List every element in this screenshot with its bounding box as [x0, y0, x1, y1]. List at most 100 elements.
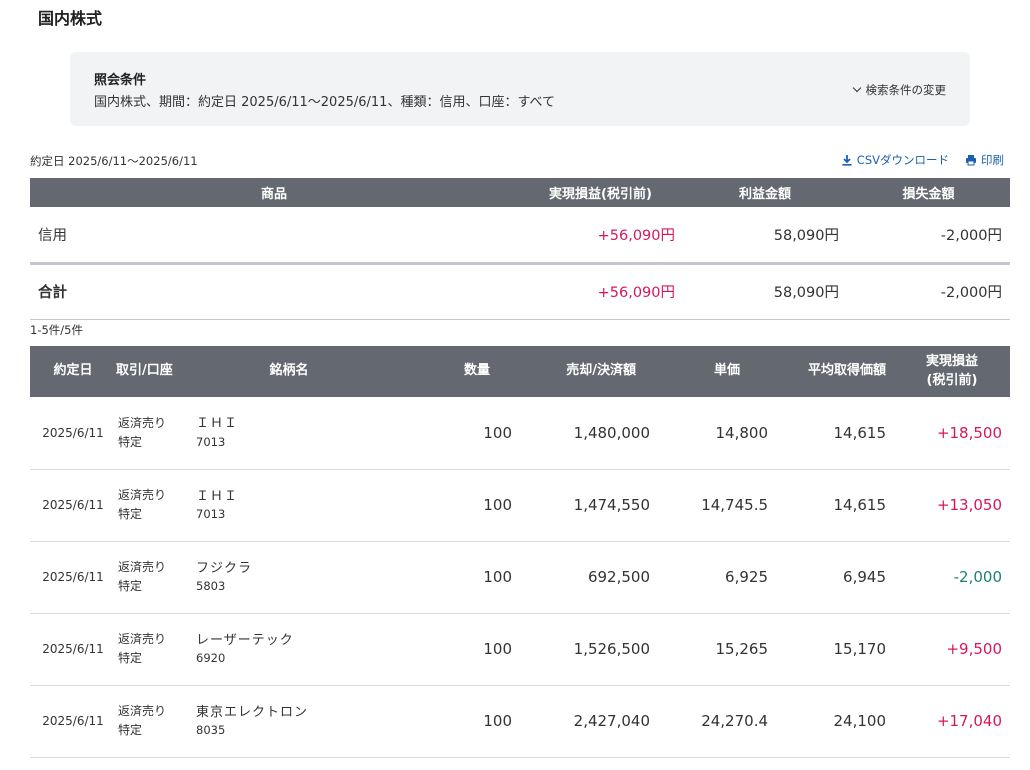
row-stock-code: 5803: [196, 579, 226, 594]
summary-realized: +56,090円: [518, 207, 683, 265]
table-row: 2025/6/11 返済売り 特定 フジクラ 5803 100 692,500 6,…: [30, 541, 1010, 614]
row-unit-price: 14,800: [658, 397, 776, 470]
summary-row-credit: 信用 +56,090円 58,090円 -2,000円: [30, 207, 1010, 265]
row-stock-name: 東京エレクトロン: [196, 704, 309, 720]
download-icon: [842, 155, 852, 166]
row-amount: 1,526,500: [520, 613, 658, 686]
row-amount: 1,480,000: [520, 397, 658, 470]
chevron-down-icon: [852, 83, 861, 93]
row-avg-cost: 14,615: [776, 469, 894, 542]
row-quantity: 100: [382, 613, 520, 686]
header-unit-price: 単価: [658, 346, 776, 397]
summary-product: 信用: [30, 207, 518, 265]
header-quantity: 数量: [382, 346, 520, 397]
row-account: 特定: [118, 434, 143, 449]
row-trade: 返済売り: [118, 703, 167, 718]
conditions-text: 国内株式、期間：約定日 2025/6/11〜2025/6/11、種類：信用、口座…: [94, 95, 556, 110]
csv-download-button[interactable]: CSVダウンロード: [841, 152, 949, 168]
row-unit-price: 14,745.5: [658, 469, 776, 542]
header-product: 商品: [30, 178, 518, 207]
header-trade-type: 取引/口座: [116, 346, 196, 397]
row-account: 特定: [118, 651, 143, 665]
row-realized-pnl: +17,040: [894, 685, 1010, 758]
row-trade: 返済売り: [118, 631, 167, 646]
summary-profit: 58,090円: [683, 207, 847, 265]
trade-date-range: 約定日 2025/6/11〜2025/6/11: [30, 154, 198, 168]
row-quantity: 100: [382, 685, 520, 758]
row-stock-name: レーザーテック: [196, 632, 294, 648]
row-trade-type: 返済売り 特定: [116, 685, 196, 758]
row-quantity: 100: [382, 469, 520, 542]
row-unit-price: 6,925: [658, 541, 776, 614]
print-label: 印刷: [981, 153, 1004, 167]
row-stock-code: 7013: [196, 507, 226, 522]
table-row: 2025/6/11 返済売り 特定 ＩＨＩ 7013 100 1,474,550 1…: [30, 469, 1010, 542]
summary-header-row: 商品 実現損益(税引前) 利益金額 損失金額: [30, 178, 1010, 207]
row-realized-pnl: +9,500: [894, 613, 1010, 686]
row-trade-type: 返済売り 特定: [116, 397, 196, 470]
row-avg-cost: 24,100: [776, 685, 894, 758]
row-account: 特定: [118, 723, 143, 737]
row-stock-name: フジクラ: [196, 560, 253, 576]
row-account: 特定: [118, 507, 143, 521]
row-amount: 692,500: [520, 541, 658, 614]
row-unit-price: 15,265: [658, 613, 776, 686]
row-trade: 返済売り: [118, 487, 167, 502]
total-realized: +56,090円: [518, 263, 683, 320]
row-stock-code: 7013: [196, 434, 226, 449]
row-stock-name: ＩＨＩ: [196, 416, 239, 432]
detail-table: 約定日 取引/口座 銘柄名 数量 売却/決済額 単価 平均取得価額 実現損益 (…: [30, 346, 1010, 758]
header-realized-pnl: 実現損益 (税引前): [894, 346, 1010, 397]
header-loss: 損失金額: [847, 178, 1010, 207]
summary-table: 商品 実現損益(税引前) 利益金額 損失金額 信用 +56,090円 58,09…: [30, 178, 1010, 320]
header-realized-line1: 実現損益: [925, 353, 978, 369]
row-date: 2025/6/11: [30, 541, 116, 614]
row-date: 2025/6/11: [30, 685, 116, 758]
row-realized-pnl: +13,050: [894, 469, 1010, 542]
header-stock-name: 銘柄名: [196, 346, 382, 397]
row-quantity: 100: [382, 397, 520, 470]
header-realized: 実現損益(税引前): [518, 178, 683, 207]
row-stock: ＩＨＩ 7013: [196, 397, 382, 470]
csv-download-label: CSVダウンロード: [856, 153, 949, 167]
detail-header-row: 約定日 取引/口座 銘柄名 数量 売却/決済額 単価 平均取得価額 実現損益 (…: [30, 346, 1010, 397]
change-conditions-button[interactable]: 検索条件の変更: [852, 82, 947, 98]
row-amount: 2,427,040: [520, 685, 658, 758]
row-quantity: 100: [382, 541, 520, 614]
header-realized-line2: (税引前): [926, 372, 978, 388]
total-profit: 58,090円: [683, 263, 847, 320]
table-row: 2025/6/11 返済売り 特定 ＩＨＩ 7013 100 1,480,000 1…: [30, 397, 1010, 470]
row-date: 2025/6/11: [30, 469, 116, 542]
header-profit: 利益金額: [683, 178, 847, 207]
row-stock: レーザーテック 6920: [196, 613, 382, 686]
change-conditions-label: 検索条件の変更: [865, 83, 947, 97]
row-trade-type: 返済売り 特定: [116, 469, 196, 542]
row-stock: フジクラ 5803: [196, 541, 382, 614]
row-avg-cost: 14,615: [776, 397, 894, 470]
row-stock-code: 8035: [196, 723, 226, 738]
header-date: 約定日: [30, 346, 116, 397]
search-conditions-panel: 照会条件 国内株式、期間：約定日 2025/6/11〜2025/6/11、種類：…: [70, 52, 970, 126]
page-title: 国内株式: [38, 9, 103, 28]
row-realized-pnl: -2,000: [894, 541, 1010, 614]
row-avg-cost: 15,170: [776, 613, 894, 686]
print-button[interactable]: 印刷: [965, 152, 1004, 168]
row-date: 2025/6/11: [30, 613, 116, 686]
table-row: 2025/6/11 返済売り特定 レーザーテック 6920 100 1,526,5…: [30, 613, 1010, 686]
header-amount: 売却/決済額: [520, 346, 658, 397]
header-avg-cost: 平均取得価額: [776, 346, 894, 397]
total-label: 合計: [30, 263, 518, 320]
result-count: 1-5件/5件: [30, 323, 83, 337]
row-unit-price: 24,270.4: [658, 685, 776, 758]
row-account: 特定: [118, 579, 143, 593]
row-stock: ＩＨＩ 7013: [196, 469, 382, 542]
row-stock: 東京エレクトロン 8035: [196, 685, 382, 758]
printer-icon: [966, 155, 976, 166]
row-avg-cost: 6,945: [776, 541, 894, 614]
summary-loss: -2,000円: [847, 207, 1010, 265]
conditions-label: 照会条件: [94, 73, 147, 88]
toolbar: CSVダウンロード 印刷: [841, 152, 1004, 168]
row-stock-name: ＩＨＩ: [196, 488, 239, 504]
row-date: 2025/6/11: [30, 397, 116, 470]
row-realized-pnl: +18,500: [894, 397, 1010, 470]
